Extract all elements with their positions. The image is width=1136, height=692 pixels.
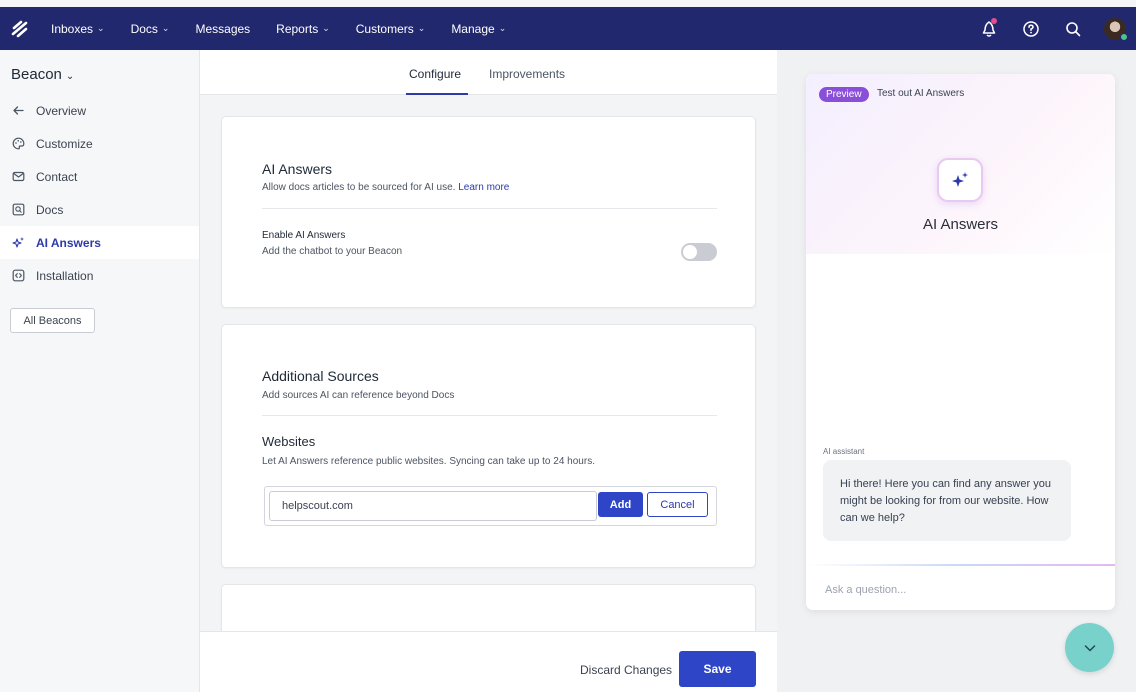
sidebar-item-docs[interactable]: Docs [0, 193, 199, 226]
nav-manage-label: Manage [451, 21, 495, 36]
preview-title: Test out AI Answers [877, 88, 965, 99]
beacon-toggle-button[interactable] [1065, 623, 1114, 672]
top-nav: Inboxes ⌄ Docs ⌄ Messages Reports ⌄ Custome… [0, 7, 1136, 50]
nav-docs-label: Docs [130, 21, 158, 36]
nav-reports[interactable]: Reports ⌄ [263, 7, 343, 50]
top-strip [0, 0, 1136, 7]
sidebar-item-ai-answers[interactable]: AI Answers [0, 226, 199, 259]
sparkle-icon [937, 158, 983, 202]
ask-question-input[interactable]: Ask a question... [825, 584, 906, 596]
learn-more-link[interactable]: Learn more [458, 182, 509, 193]
ai-answers-title: AI Answers [262, 161, 333, 177]
tab-configure[interactable]: Configure [409, 67, 461, 81]
sidebar: Beacon ⌄ Overview Customize Contact Docs … [0, 50, 200, 692]
nav-reports-label: Reports [276, 21, 319, 36]
add-website-button[interactable]: Add [598, 492, 643, 517]
additional-sources-card: Additional Sources Add sources AI can re… [221, 324, 756, 568]
websites-title: Websites [262, 434, 316, 449]
main-content: Configure Improvements AI Answers Allow … [200, 50, 777, 692]
website-url-row: helpscout.com Add Cancel [264, 486, 717, 526]
sidebar-item-label: Contact [36, 169, 78, 184]
chevron-down-icon: ⌄ [65, 71, 75, 82]
chevron-down-icon [1084, 644, 1095, 651]
tab-bar: Configure Improvements [200, 50, 777, 95]
websites-description: Let AI Answers reference public websites… [262, 456, 595, 467]
nav-inboxes[interactable]: Inboxes ⌄ [38, 7, 118, 50]
online-status-dot [1120, 32, 1128, 41]
save-button[interactable]: Save [679, 651, 756, 687]
ai-assistant-label: AI assistant [823, 447, 865, 456]
sidebar-item-label: Installation [36, 268, 94, 283]
input-divider [806, 564, 1115, 566]
toggle-knob [683, 245, 697, 259]
website-url-input[interactable]: helpscout.com [269, 491, 597, 521]
helpscout-logo-icon[interactable] [2, 7, 38, 50]
palette-icon [11, 137, 25, 151]
search-icon[interactable] [1052, 7, 1094, 50]
arrow-left-icon [11, 104, 25, 118]
all-beacons-button[interactable]: All Beacons [10, 308, 95, 333]
notifications-icon[interactable] [968, 7, 1010, 50]
footer-bar: Discard Changes Save [200, 631, 777, 692]
sidebar-item-label: Docs [36, 202, 64, 217]
divider [262, 415, 717, 416]
ai-answers-description-text: Allow docs articles to be sourced for AI… [262, 182, 456, 193]
nav-customers-label: Customers [355, 21, 414, 36]
chevron-down-icon: ⌄ [97, 23, 105, 33]
chevron-down-icon: ⌄ [161, 23, 170, 33]
sparkle-icon [11, 236, 25, 250]
discard-changes-button[interactable]: Discard Changes [580, 663, 672, 677]
beacon-selector[interactable]: Beacon ⌄ [11, 66, 74, 83]
additional-sources-title: Additional Sources [262, 368, 379, 384]
preview-badge: Preview [819, 87, 869, 102]
nav-messages[interactable]: Messages [182, 7, 263, 50]
ai-answers-card: AI Answers Allow docs articles to be sou… [221, 116, 756, 308]
nav-manage[interactable]: Manage ⌄ [438, 7, 519, 50]
tab-improvements[interactable]: Improvements [489, 67, 565, 81]
active-tab-indicator [406, 93, 468, 95]
sidebar-item-label: Customize [36, 136, 93, 151]
beacon-preview-card: Preview Test out AI Answers AI Answers A… [806, 74, 1115, 610]
enable-ai-answers-label: Enable AI Answers [262, 230, 346, 241]
nav-right-icons [968, 7, 1136, 50]
avatar-image [1104, 17, 1128, 41]
additional-sources-description: Add sources AI can reference beyond Docs [262, 390, 455, 401]
assistant-message: Hi there! Here you can find any answer y… [823, 460, 1071, 541]
beacon-selector-label: Beacon [11, 66, 62, 83]
sidebar-item-contact[interactable]: Contact [0, 160, 199, 193]
enable-ai-answers-toggle[interactable] [681, 243, 717, 261]
divider [262, 208, 717, 209]
code-icon [11, 269, 25, 283]
notification-dot [991, 18, 997, 24]
docs-search-icon [11, 203, 25, 217]
avatar[interactable] [1094, 7, 1136, 50]
nav-customers[interactable]: Customers ⌄ [343, 7, 439, 50]
sidebar-item-overview[interactable]: Overview [0, 94, 199, 127]
envelope-icon [11, 170, 25, 184]
chevron-down-icon: ⌄ [322, 23, 330, 33]
sidebar-item-customize[interactable]: Customize [0, 127, 199, 160]
nav-docs[interactable]: Docs ⌄ [118, 7, 183, 50]
nav-messages-label: Messages [195, 21, 251, 36]
sidebar-item-label: Overview [36, 103, 87, 118]
enable-ai-answers-help: Add the chatbot to your Beacon [262, 246, 403, 257]
cancel-website-button[interactable]: Cancel [647, 492, 708, 517]
nav-inboxes-label: Inboxes [51, 21, 94, 36]
chevron-down-icon: ⌄ [417, 23, 426, 33]
sidebar-item-installation[interactable]: Installation [0, 259, 199, 292]
chevron-down-icon: ⌄ [498, 23, 507, 33]
sidebar-item-label: AI Answers [36, 235, 101, 250]
preview-heading: AI Answers [922, 216, 999, 233]
ai-answers-description: Allow docs articles to be sourced for AI… [262, 182, 509, 193]
help-icon[interactable] [1010, 7, 1052, 50]
